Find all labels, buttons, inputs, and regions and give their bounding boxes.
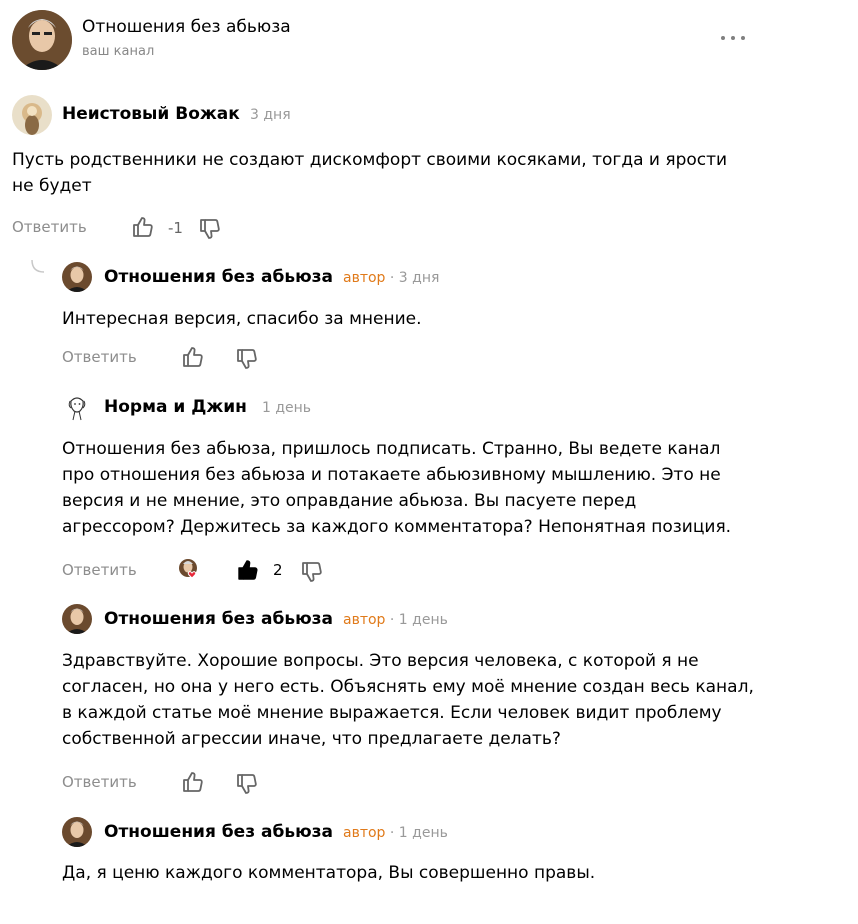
comment-time: · 1 день bbox=[389, 825, 448, 841]
author-badge: автор bbox=[343, 825, 386, 841]
avatar[interactable] bbox=[62, 817, 92, 847]
comment-text: Да, я ценю каждого комментатора, Вы сове… bbox=[62, 863, 596, 883]
comment-item: Отношения без абьюза автор · 1 день Да, … bbox=[0, 0, 858, 924]
comment-meta: автор · 1 день bbox=[343, 825, 448, 841]
comment-author[interactable]: Отношения без абьюза bbox=[104, 822, 333, 842]
